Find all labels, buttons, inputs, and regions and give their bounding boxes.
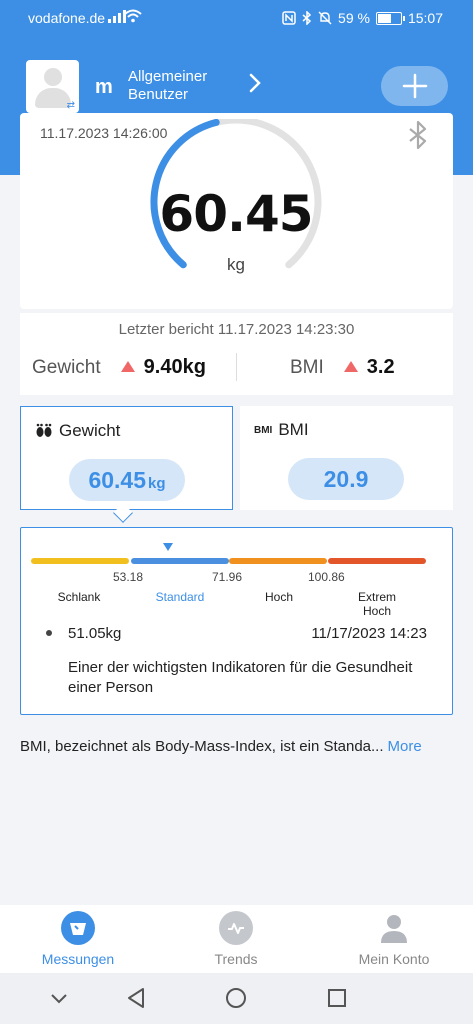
trends-icon [219, 911, 253, 945]
switch-user-icon: ⇄ [66, 100, 75, 111]
nfc-icon [282, 11, 296, 25]
scale-icon [61, 911, 95, 945]
bmi-diff-value: 3.2 [366, 356, 395, 378]
scale-marker-icon [163, 543, 173, 551]
zone-high: Hoch [264, 590, 293, 604]
history-value: 51.05kg [68, 625, 122, 642]
weight-pill: 60.45 kg [69, 459, 185, 501]
chevron-right-icon[interactable] [248, 72, 262, 94]
tab-weight-label: Gewicht [59, 421, 121, 440]
zone-standard: Standard [155, 590, 205, 604]
scale-segment-standard [131, 558, 229, 564]
home-icon[interactable] [225, 987, 247, 1009]
user-name[interactable]: Allgemeiner Benutzer [128, 68, 238, 104]
carrier-label: vodafone.de [28, 10, 106, 26]
zone-slim: Schlank [57, 590, 101, 604]
tab-bmi[interactable]: BMI BMI 20.9 [240, 406, 453, 510]
weight-card: 11.17.2023 14:26:00 60.45 kg [20, 113, 453, 309]
nav-trends-label: Trends [214, 951, 258, 967]
bluetooth-status-icon [302, 11, 312, 25]
plus-icon [402, 73, 427, 99]
history-dot [46, 630, 52, 636]
increase-icon [120, 360, 135, 372]
bmi-diff-label: BMI [290, 356, 324, 378]
weight-pill-value: 60.45 [88, 467, 147, 493]
recents-icon[interactable] [326, 987, 348, 1009]
bmi-pill: 20.9 [288, 458, 404, 500]
add-button[interactable] [381, 66, 448, 106]
nav-measurements-label: Messungen [41, 951, 115, 967]
bmi-diff: BMI 3.2 [290, 356, 395, 379]
user-selector[interactable]: ⇄ m Allgemeiner Benutzer [0, 58, 473, 118]
bell-muted-icon [318, 11, 332, 25]
system-nav-bar [0, 973, 473, 1024]
person-icon [377, 911, 411, 945]
bmi-icon: BMI [254, 424, 273, 436]
bmi-pill-value: 20.9 [323, 466, 369, 492]
bottom-nav: Messungen Trends Mein Konto [0, 905, 473, 973]
wifi-icon [124, 9, 142, 23]
divider [236, 353, 237, 381]
increase-icon [343, 360, 358, 372]
avatar[interactable]: ⇄ [26, 60, 79, 113]
scale-segment-slim [31, 558, 129, 564]
weight-diff-label: Gewicht [32, 356, 101, 378]
scale-segment-extreme [328, 558, 426, 564]
weight-diff: Gewicht 9.40kg [32, 356, 206, 379]
nav-trends[interactable]: Trends [176, 911, 296, 967]
weight-scale-card: 53.18 71.96 100.86 Schlank Standard Hoch… [20, 527, 453, 715]
scale-tick: 100.86 [308, 570, 345, 584]
footprints-icon [36, 423, 52, 437]
bluetooth-icon[interactable] [405, 119, 431, 151]
history-date: 11/17/2023 14:23 [311, 625, 427, 642]
status-bar: vodafone.de 59 % 15:07 [0, 0, 473, 36]
tab-bmi-label: BMI [278, 420, 309, 439]
clock: 15:07 [407, 10, 443, 26]
battery-percent: 59 % [338, 10, 370, 26]
zone-extreme: Extrem Hoch [357, 590, 396, 618]
last-report-card: Letzter bericht 11.17.2023 14:23:30 Gewi… [20, 313, 453, 395]
user-initial: m [95, 76, 113, 98]
last-report-label: Letzter bericht 11.17.2023 14:23:30 [118, 321, 355, 338]
chevron-down-icon[interactable] [49, 987, 69, 1009]
weight-value: 60.45 [159, 185, 313, 243]
scale-segment-high [229, 558, 327, 564]
scale-tick: 53.18 [113, 570, 144, 584]
battery-icon [375, 11, 405, 25]
more-link[interactable]: More [388, 738, 422, 755]
weight-unit: kg [227, 255, 245, 274]
bmi-info: BMI, bezeichnet als Body-Mass-Index, ist… [20, 738, 460, 755]
scale-tick: 71.96 [212, 570, 243, 584]
nav-measurements[interactable]: Messungen [18, 911, 138, 967]
nav-account-label: Mein Konto [358, 951, 430, 967]
bmi-info-text: BMI, bezeichnet als Body-Mass-Index, ist… [20, 738, 384, 755]
nav-account[interactable]: Mein Konto [334, 911, 454, 967]
indicator-description: Einer der wichtigsten Indikatoren für di… [68, 659, 413, 696]
back-icon[interactable] [125, 987, 147, 1009]
tab-weight[interactable]: Gewicht 60.45 kg [20, 406, 233, 510]
weight-diff-value: 9.40kg [143, 356, 206, 378]
weight-pill-unit: kg [148, 475, 166, 492]
